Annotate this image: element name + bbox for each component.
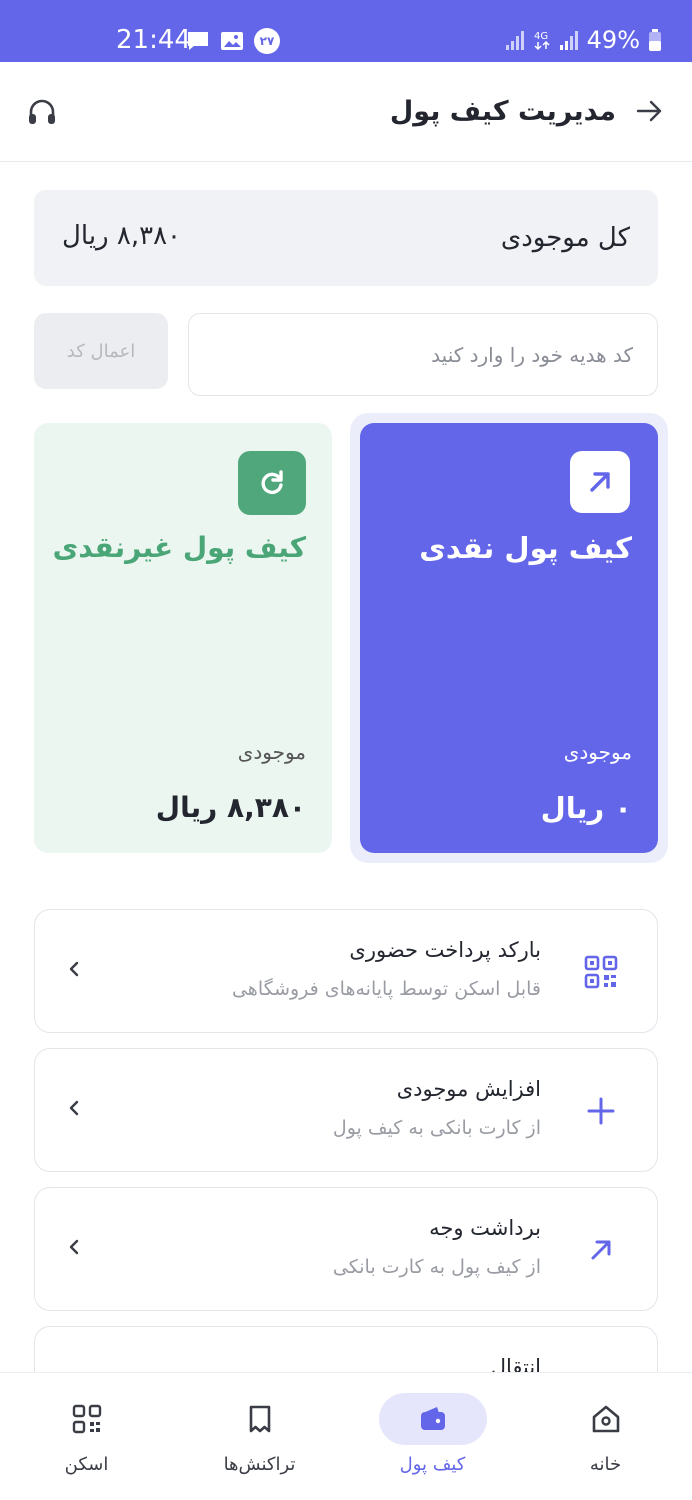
chevron-left-icon <box>69 1100 79 1116</box>
svg-text:4G: 4G <box>534 31 548 42</box>
plus-icon <box>587 1097 615 1125</box>
refresh-icon <box>238 451 306 515</box>
action-title: افزایش موجودی <box>396 1077 541 1101</box>
gift-code-input[interactable] <box>189 314 657 395</box>
battery-text: 49% <box>586 26 640 54</box>
bottom-navigation: خانه کیف پول تراکنش‌ها اسکن <box>0 1372 692 1500</box>
total-balance-label: کل موجودی <box>500 223 630 253</box>
page-title: مدیریت کیف پول <box>389 96 616 127</box>
action-withdraw[interactable]: برداشت وجه از کیف پول به کارت بانکی <box>34 1187 658 1311</box>
total-balance-card: کل موجودی ۸,۳۸۰ ریال <box>34 190 658 286</box>
image-icon <box>221 32 243 50</box>
noncash-balance-label: موجودی <box>237 740 306 764</box>
noncash-balance-value: ۸,۳۸۰ ریال <box>155 791 306 824</box>
action-subtitle: از کیف پول به کارت بانکی <box>332 1256 541 1278</box>
noncash-wallet-card[interactable]: کیف پول غیرنقدی موجودی ۸,۳۸۰ ریال <box>34 423 332 853</box>
chevron-left-icon <box>69 961 79 977</box>
cash-wallet-card[interactable]: کیف پول نقدی موجودی ۰ ریال <box>360 423 658 853</box>
nav-transactions[interactable]: تراکنش‌ها <box>173 1373 346 1500</box>
nav-wallet[interactable]: کیف پول <box>346 1373 519 1500</box>
back-arrow-icon[interactable] <box>632 94 666 128</box>
arrow-up-right-icon <box>570 451 630 513</box>
nav-label: تراکنش‌ها <box>223 1454 296 1475</box>
nav-label: اسکن <box>64 1454 109 1475</box>
battery-icon <box>649 29 661 51</box>
home-icon <box>592 1405 619 1433</box>
cash-balance-label: موجودی <box>563 740 632 764</box>
message-icon <box>188 32 208 50</box>
action-increase-balance[interactable]: افزایش موجودی از کارت بانکی به کیف پول <box>34 1048 658 1172</box>
action-payment-barcode[interactable]: بارکد پرداخت حضوری قابل اسکن توسط پایانه… <box>34 909 658 1033</box>
receipt-icon <box>249 1405 270 1433</box>
action-subtitle: قابل اسکن توسط پایانه‌های فروشگاهی <box>231 978 541 1000</box>
wallet-icon <box>420 1407 445 1430</box>
qr-scan-icon <box>72 1404 101 1434</box>
signal-icon <box>505 31 524 50</box>
apply-code-button[interactable]: اعمال کد <box>34 313 168 389</box>
app-header: مدیریت کیف پول <box>0 62 692 162</box>
cash-wallet-title: کیف پول نقدی <box>419 531 632 565</box>
nav-label: خانه <box>589 1454 622 1475</box>
cash-balance-value: ۰ ریال <box>540 791 632 825</box>
gift-code-field[interactable] <box>188 313 658 396</box>
action-title: برداشت وجه <box>429 1216 541 1240</box>
headset-icon[interactable] <box>26 96 58 128</box>
arrow-up-right-icon <box>591 1240 611 1260</box>
cash-wallet-selected-outline: کیف پول نقدی موجودی ۰ ریال <box>350 413 668 863</box>
signal-icon-2 <box>559 31 578 50</box>
notification-badge: ۲۷ <box>254 28 280 54</box>
total-balance-value: ۸,۳۸۰ ریال <box>62 221 181 251</box>
action-title: بارکد پرداخت حضوری <box>349 938 541 962</box>
nav-label: کیف پول <box>399 1454 466 1475</box>
action-subtitle: از کارت بانکی به کیف پول <box>332 1117 541 1139</box>
noncash-wallet-title: کیف پول غیرنقدی <box>52 531 306 564</box>
nav-scan[interactable]: اسکن <box>0 1373 173 1500</box>
qr-code-icon <box>584 955 618 989</box>
nav-home[interactable]: خانه <box>519 1373 692 1500</box>
status-bar: 21:44 ۲۷ 4G 49% <box>0 0 692 62</box>
status-time: 21:44 <box>116 25 191 55</box>
data-4g-icon: 4G <box>534 31 550 51</box>
chevron-left-icon <box>69 1239 79 1255</box>
